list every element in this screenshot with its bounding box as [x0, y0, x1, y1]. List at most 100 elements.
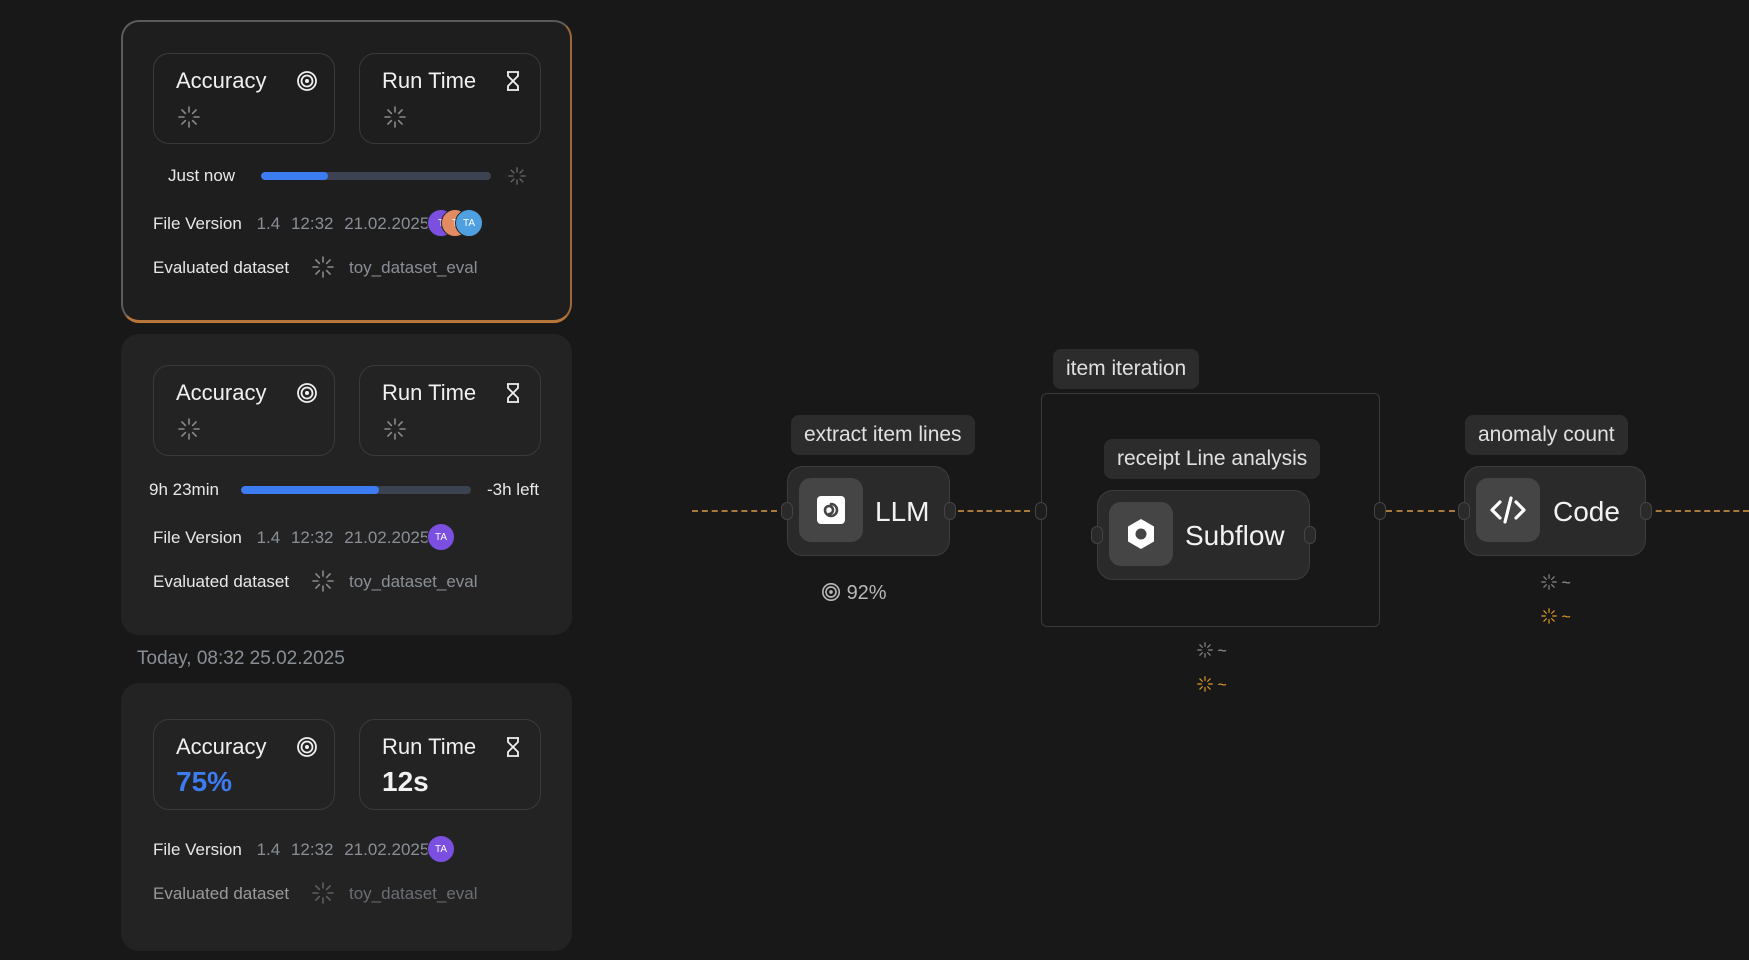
- flow-canvas[interactable]: extract item lines LLM 92% item iteratio…: [600, 0, 1749, 960]
- edge: [1386, 510, 1455, 512]
- loading-spinner-icon: [384, 106, 406, 128]
- accuracy-metric: Accuracy: [153, 365, 335, 456]
- run-card[interactable]: Accuracy Run Time Just now File Version …: [121, 20, 572, 322]
- dataset-name[interactable]: toy_dataset_eval: [349, 884, 478, 904]
- output-port[interactable]: [1374, 502, 1386, 520]
- version-number: 1.4: [256, 528, 281, 547]
- hexagon-icon: [1109, 502, 1173, 566]
- target-icon: [297, 737, 317, 757]
- avatar[interactable]: TA: [427, 835, 455, 863]
- metric-label: Accuracy: [176, 380, 267, 405]
- edge: [958, 510, 1030, 512]
- node-stat: ~: [1197, 642, 1227, 661]
- dataset-label: Evaluated dataset: [153, 572, 290, 591]
- input-port[interactable]: [1035, 502, 1047, 520]
- dataset-name[interactable]: toy_dataset_eval: [349, 572, 478, 592]
- code-icon: [1476, 478, 1540, 542]
- time-remaining: -3h left: [487, 480, 539, 499]
- node-stat: ~: [1541, 608, 1571, 627]
- loading-spinner-icon: [508, 167, 526, 185]
- progress-bar: [261, 172, 491, 180]
- hourglass-icon: [506, 383, 520, 403]
- node-stat: 92%: [821, 582, 887, 605]
- node-label: extract item lines: [791, 415, 975, 455]
- input-port[interactable]: [1091, 526, 1103, 544]
- loading-spinner-icon: [1541, 574, 1557, 590]
- group-date-header: Today, 08:32 25.02.2025: [137, 648, 345, 669]
- accuracy-metric: Accuracy 75%: [153, 719, 335, 810]
- target-icon: [297, 71, 317, 91]
- progress-label: Just now: [168, 166, 236, 185]
- metric-label: Accuracy: [176, 68, 267, 93]
- node-title: Subflow: [1185, 520, 1285, 551]
- metric-label: Run Time: [382, 68, 477, 93]
- target-icon: [297, 383, 317, 403]
- file-version-row: File Version 1.4 12:32 21.02.2025: [153, 214, 429, 234]
- node-title: LLM: [875, 496, 930, 527]
- file-version-row: File Version 1.4 12:32 21.02.2025: [153, 528, 429, 548]
- loading-spinner-icon: [1197, 642, 1213, 658]
- version-number: 1.4: [256, 214, 281, 233]
- dataset-label: Evaluated dataset: [153, 884, 290, 903]
- input-port[interactable]: [781, 502, 793, 520]
- loading-spinner-icon: [312, 882, 334, 904]
- version-time: 12:32: [290, 528, 334, 547]
- file-version-row: File Version 1.4 12:32 21.02.2025: [153, 840, 429, 860]
- code-node[interactable]: Code: [1458, 466, 1652, 556]
- file-version-label: File Version: [153, 214, 242, 233]
- metric-label: Accuracy: [176, 734, 267, 759]
- output-port[interactable]: [1304, 526, 1316, 544]
- accuracy-value: 75%: [176, 766, 233, 797]
- runtime-metric: Run Time: [359, 365, 541, 456]
- metric-label: Run Time: [382, 380, 477, 405]
- node-label: anomaly count: [1465, 415, 1628, 455]
- dataset-name[interactable]: toy_dataset_eval: [349, 258, 478, 278]
- output-port[interactable]: [1640, 502, 1652, 520]
- node-stat: ~: [1197, 676, 1227, 695]
- target-icon: [822, 583, 840, 601]
- loading-spinner-icon: [312, 256, 334, 278]
- version-date: 21.02.2025: [344, 214, 430, 233]
- subflow-node[interactable]: Subflow: [1091, 490, 1316, 580]
- dataset-row: Evaluated dataset: [153, 884, 289, 904]
- accuracy-metric: Accuracy: [153, 53, 335, 144]
- edge: [692, 510, 777, 512]
- stat-value: ~: [1217, 677, 1227, 694]
- loading-spinner-icon: [1197, 676, 1213, 692]
- group-label: item iteration: [1053, 349, 1200, 389]
- llm-node[interactable]: LLM: [781, 466, 956, 556]
- edge: [1646, 510, 1749, 512]
- file-version-label: File Version: [153, 528, 242, 547]
- output-port[interactable]: [944, 502, 956, 520]
- runtime-metric: Run Time 12s: [359, 719, 541, 810]
- version-date: 21.02.2025: [344, 528, 430, 547]
- dataset-label: Evaluated dataset: [153, 258, 290, 277]
- run-card[interactable]: Accuracy Run Time 9h 23min -3h left File…: [121, 334, 572, 635]
- stat-value: ~: [1217, 643, 1227, 660]
- elapsed-time: 9h 23min: [149, 480, 219, 499]
- accuracy-stat: 92%: [846, 582, 887, 604]
- avatar[interactable]: TA: [455, 209, 483, 237]
- file-version-label: File Version: [153, 840, 242, 859]
- node-stat: ~: [1541, 574, 1571, 593]
- version-time: 12:32: [290, 214, 334, 233]
- version-date: 21.02.2025: [344, 840, 430, 859]
- run-card[interactable]: Accuracy 75% Run Time 12s File Version 1…: [121, 683, 572, 951]
- stat-value: ~: [1561, 609, 1571, 626]
- dataset-row: Evaluated dataset: [153, 258, 289, 278]
- stat-value: ~: [1561, 575, 1571, 592]
- loading-spinner-icon: [1541, 608, 1557, 624]
- version-number: 1.4: [256, 840, 281, 859]
- hourglass-icon: [506, 71, 520, 91]
- hourglass-icon: [506, 737, 520, 757]
- input-port[interactable]: [1458, 502, 1470, 520]
- loading-spinner-icon: [178, 106, 200, 128]
- dataset-row: Evaluated dataset: [153, 572, 289, 592]
- avatar[interactable]: TA: [427, 523, 455, 551]
- loading-spinner-icon: [312, 570, 334, 592]
- runtime-value: 12s: [382, 766, 429, 797]
- spiral-icon: [799, 478, 863, 542]
- metric-label: Run Time: [382, 734, 477, 759]
- loading-spinner-icon: [384, 418, 406, 440]
- runtime-metric: Run Time: [359, 53, 541, 144]
